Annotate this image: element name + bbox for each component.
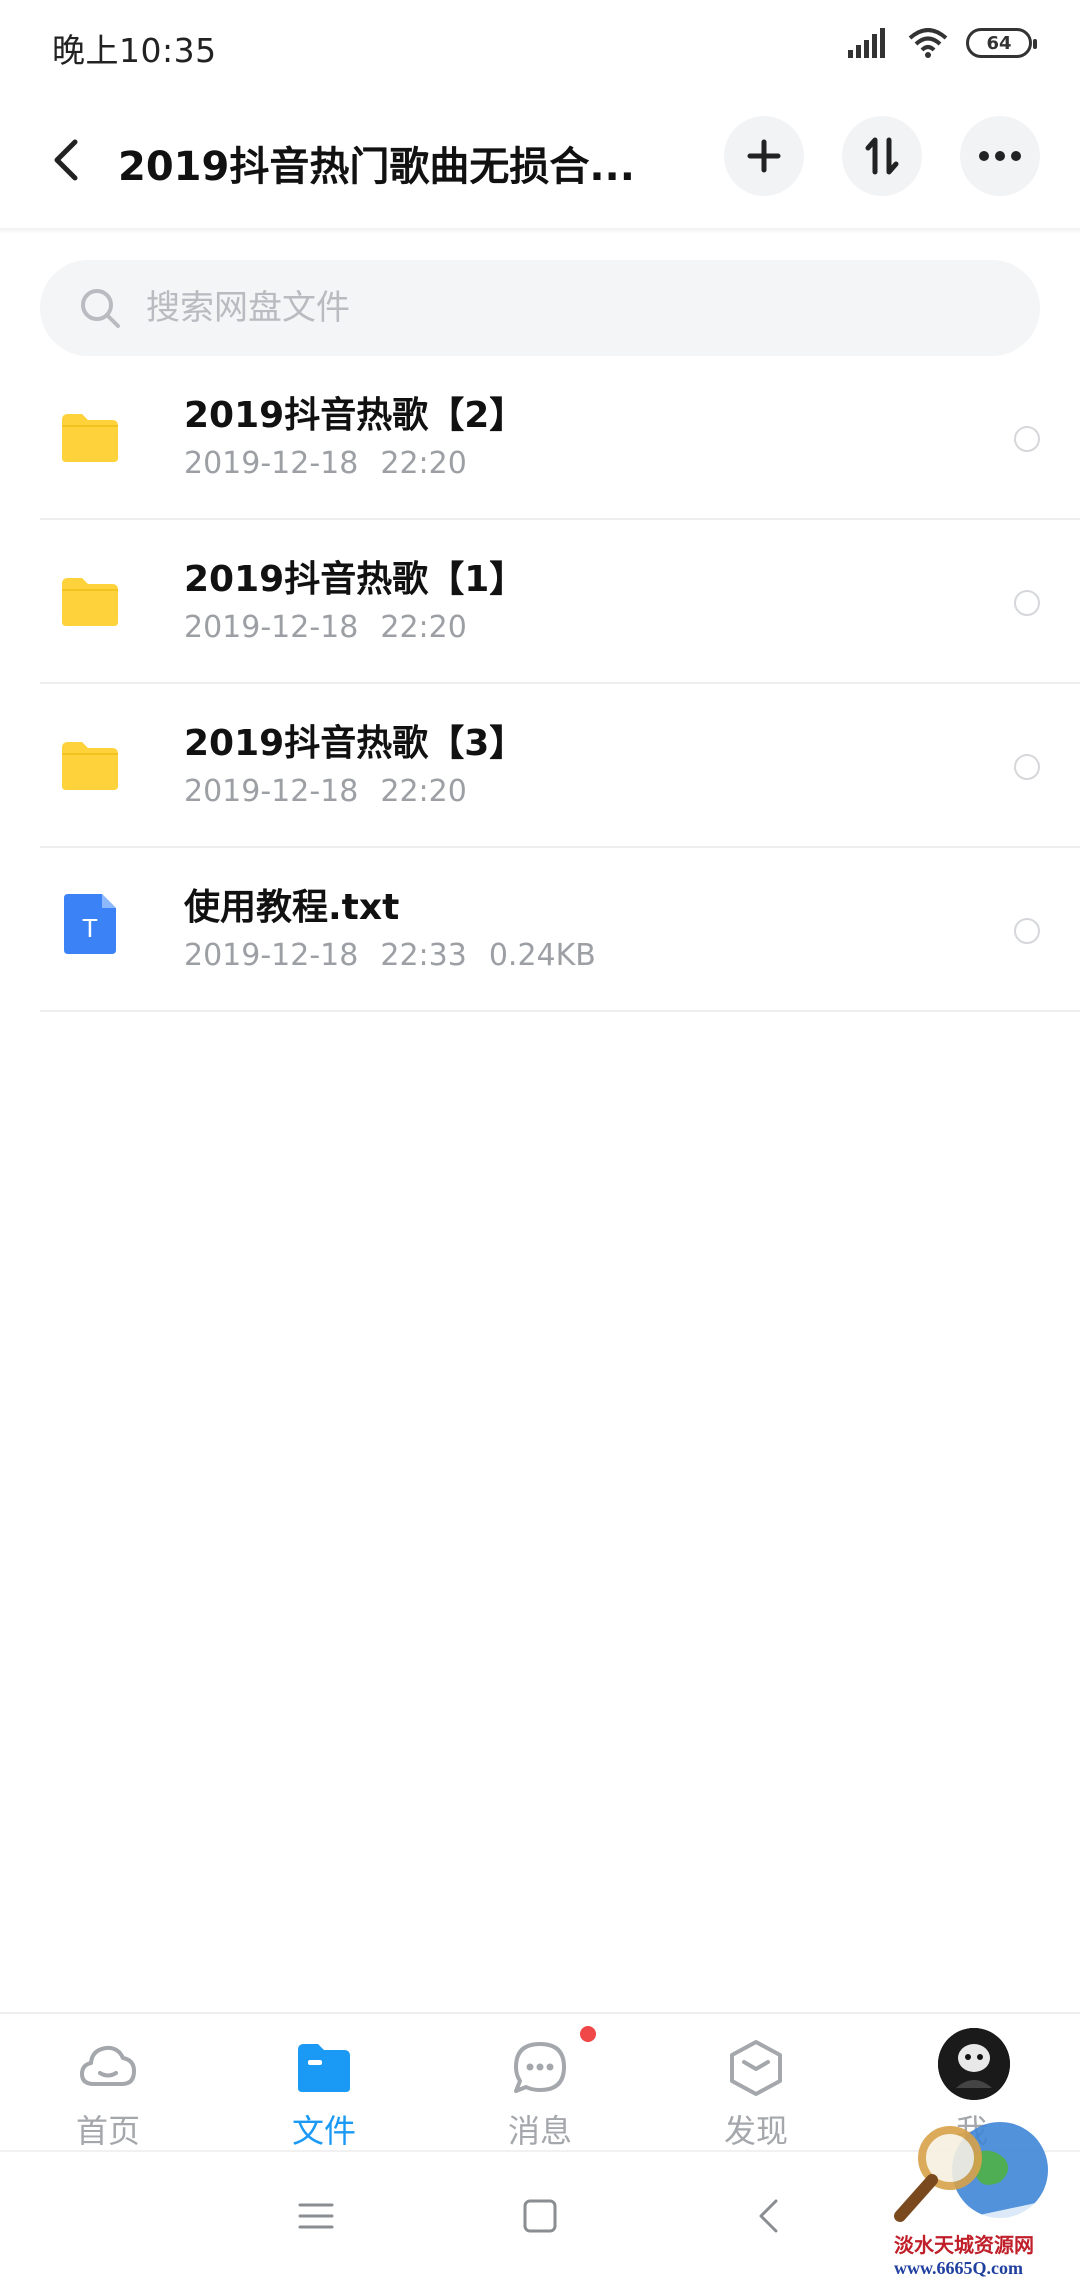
more-dots-icon (979, 151, 1021, 161)
list-item[interactable]: 2019抖音热歌【2】 2019-12-18 22:20 (0, 356, 1080, 520)
cloud-icon (80, 2045, 136, 2086)
tab-label: 首页 (75, 2112, 140, 2150)
list-item[interactable]: T 使用教程.txt 2019-12-18 22:33 0.24KB (0, 848, 1080, 1012)
file-meta: 2019-12-18 22:20 (184, 446, 467, 481)
search-bar[interactable] (40, 260, 1040, 356)
select-checkbox[interactable] (1014, 754, 1040, 780)
header-bar: 2019抖音热门歌曲无损合... (0, 100, 1080, 230)
more-button[interactable] (960, 116, 1040, 196)
select-checkbox[interactable] (1014, 426, 1040, 452)
home-button[interactable] (508, 2184, 572, 2248)
battery-icon: 64 (966, 28, 1037, 58)
file-name: 使用教程.txt (184, 887, 400, 928)
folder-icon (62, 578, 118, 626)
tab-discover[interactable]: 发现 (648, 2014, 864, 2152)
file-date: 2019-12-18 (184, 446, 359, 481)
status-time: 晚上10:35 (52, 31, 217, 70)
file-list: 2019抖音热歌【2】 2019-12-18 22:20 2019抖音热歌【1】 … (0, 356, 1080, 1012)
status-icons: 64 (848, 28, 1037, 58)
list-item[interactable]: 2019抖音热歌【3】 2019-12-18 22:20 (0, 684, 1080, 848)
tab-label: 消息 (507, 2112, 572, 2150)
cube-icon (730, 2040, 782, 2096)
back-arrow-icon (54, 139, 78, 181)
tab-home[interactable]: 首页 (0, 2014, 216, 2152)
file-date: 2019-12-18 (184, 774, 359, 809)
page-title: 2019抖音热门歌曲无损合... (118, 144, 635, 190)
file-browser-screen: 晚上10:35 64 2019抖音热门歌曲无损合... 搜索网盘文件 2019抖… (0, 0, 1080, 2280)
chat-icon (514, 2042, 566, 2093)
row-divider (40, 1010, 1080, 1012)
signal-icon (848, 28, 885, 58)
sort-button[interactable] (842, 116, 922, 196)
search-input[interactable] (146, 282, 1006, 334)
file-time: 22:20 (380, 610, 467, 645)
menu-button[interactable] (284, 2184, 348, 2248)
notification-badge (580, 2026, 596, 2042)
status-bar: 晚上10:35 64 (0, 0, 1080, 90)
file-meta: 2019-12-18 22:20 (184, 610, 467, 645)
file-size: 0.24KB (488, 938, 596, 973)
search-icon (81, 289, 120, 328)
avatar (938, 2028, 1010, 2100)
watermark-text-2: www.6665Q.com (894, 2258, 1023, 2278)
select-checkbox[interactable] (1014, 590, 1040, 616)
file-date: 2019-12-18 (184, 610, 359, 645)
file-time: 22:33 (380, 938, 467, 973)
system-back-button[interactable] (736, 2184, 800, 2248)
txt-file-icon: T (64, 894, 116, 954)
avatar-image (938, 2028, 1010, 2100)
file-name: 2019抖音热歌【1】 (184, 559, 526, 600)
file-name: 2019抖音热歌【3】 (184, 723, 526, 764)
sort-arrows-icon (865, 137, 899, 175)
wifi-icon (908, 28, 948, 58)
folder-icon (298, 2044, 350, 2092)
magnifier-globe-icon: 淡水天城资源网 www.6665Q.com (894, 2122, 1048, 2278)
file-name: 2019抖音热歌【2】 (184, 395, 526, 436)
file-meta: 2019-12-18 22:33 0.24KB (184, 938, 596, 973)
menu-icon (298, 2203, 334, 2229)
tab-label: 发现 (723, 2112, 788, 2150)
folder-icon (62, 742, 118, 790)
txt-icon-letter: T (82, 913, 98, 943)
square-icon (523, 2199, 557, 2233)
file-time: 22:20 (380, 446, 467, 481)
file-time: 22:20 (380, 774, 467, 809)
tab-messages[interactable]: 消息 (432, 2014, 648, 2152)
add-button[interactable] (724, 116, 804, 196)
battery-level: 64 (986, 32, 1012, 54)
list-item[interactable]: 2019抖音热歌【1】 2019-12-18 22:20 (0, 520, 1080, 684)
header-divider (0, 228, 1080, 234)
back-button[interactable] (36, 130, 96, 190)
plus-icon (747, 139, 781, 173)
select-checkbox[interactable] (1014, 918, 1040, 944)
tab-files[interactable]: 文件 (216, 2014, 432, 2152)
file-date: 2019-12-18 (184, 938, 359, 973)
watermark-logo: 淡水天城资源网 www.6665Q.com (880, 2100, 1080, 2280)
tab-label: 文件 (291, 2112, 356, 2150)
watermark-text-1: 淡水天城资源网 (894, 2233, 1034, 2257)
file-meta: 2019-12-18 22:20 (184, 774, 467, 809)
back-chevron-icon (759, 2199, 778, 2233)
folder-icon (62, 414, 118, 462)
